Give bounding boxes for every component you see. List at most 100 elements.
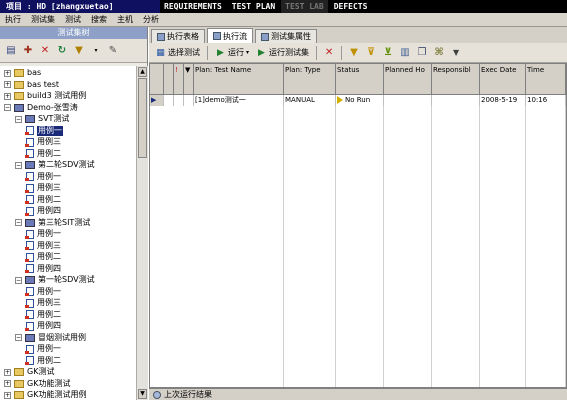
tree-test-item[interactable]: 用例一 [25,287,61,297]
run-test-set-button[interactable]: ▶ 运行测试集 [254,47,311,58]
type-cell[interactable]: MANUAL [284,95,336,106]
tree-test-item[interactable]: 用例三 [25,183,61,193]
tree-test-item[interactable]: 用例四 [25,264,61,274]
edit-icon[interactable]: ✎ [106,44,120,58]
tree-folder-item[interactable]: + build3 测试用例 [4,91,86,101]
filter-cell[interactable] [184,95,194,106]
collapse-icon[interactable]: − [15,161,22,169]
priority-header[interactable]: ! [174,64,184,95]
menu-test-set[interactable]: 测试集 [26,14,60,25]
dropdown-arrow-icon[interactable]: ▾ [89,44,103,58]
collapse-icon[interactable]: − [4,104,11,111]
last-run-label[interactable]: 上次运行结果 [164,389,212,400]
tree-test-item[interactable]: 用例一 [25,229,61,239]
tab-test-plan[interactable]: TEST PLAN [228,0,282,13]
tree-folder-item[interactable]: + GK功能测试 [4,379,70,389]
scroll-up-icon[interactable]: ▲ [138,67,147,77]
execution-grid[interactable]: ! ▼ Plan: Test Name Plan: Type Status Planned… [149,63,567,388]
tree-folder-item[interactable]: − 冒烟测试用例 [15,333,86,343]
status-header[interactable]: Status [336,64,384,95]
expand-icon[interactable]: + [4,69,11,77]
tree-folder-item[interactable]: − 第一轮SDV测试 [15,275,95,285]
priority-cell[interactable] [174,95,184,106]
menu-test[interactable]: 测试 [60,14,86,25]
tab-execution-grid[interactable]: 执行表格 [151,29,205,43]
expand-icon[interactable]: + [4,368,11,376]
responsible-header[interactable]: Responsibl [432,64,480,95]
tree-test-item[interactable]: 用例二 [25,149,61,159]
attachment-cell[interactable] [164,95,174,106]
time-header[interactable]: Time [526,64,566,95]
refresh-icon[interactable]: ↻ [55,44,69,58]
tree-test-item[interactable]: 用例二 [25,310,61,320]
test-set-tree[interactable]: + bas + bas test + build3 测试用例 − Demo-张雪涛 − SVT测试… [0,66,136,400]
row-pointer-cell[interactable]: ▶ [150,95,164,106]
time-cell[interactable]: 10:16 [526,95,566,106]
planned-host-cell[interactable] [384,95,432,106]
delete-icon[interactable]: ✕ [38,44,52,58]
filter-icon[interactable]: ▼ [347,46,361,60]
tree-folder-item[interactable]: + bas [4,68,41,78]
tree-test-item[interactable]: 用例三 [25,137,61,147]
tree-test-item[interactable]: 用例四 [25,321,61,331]
filter-settings-icon[interactable]: ⊻ [381,46,395,60]
expand-icon[interactable]: + [4,391,11,399]
tree-test-item[interactable]: 用例二 [25,356,61,366]
table-row[interactable]: ▶ [1]demo测试一 MANUAL No Run 2008-5-19 10:16 [150,95,566,106]
tree-scrollbar[interactable]: ▲ ▼ [136,66,148,400]
collapse-icon[interactable]: − [15,219,22,226]
collapse-icon[interactable]: − [15,334,22,341]
run-button[interactable]: ▶ 运行 ▾ [213,47,251,58]
attachment-icon[interactable]: ⌘ [432,46,446,60]
tab-execution-flow[interactable]: 执行流 [207,28,253,43]
run-dropdown-icon[interactable]: ▾ [246,49,249,56]
tree-folder-item[interactable]: + GK功能测试用例 [4,390,86,400]
exec-date-header[interactable]: Exec Date [480,64,526,95]
filter-header[interactable]: ▼ [184,64,194,95]
tree-test-item[interactable]: 用例二 [25,195,61,205]
filter-icon[interactable]: ▼ [72,44,86,58]
tab-defects[interactable]: DEFECTS [330,0,374,13]
new-folder-icon[interactable]: ▤ [4,44,18,58]
row-selector-header[interactable] [150,64,164,95]
expand-icon[interactable]: + [4,380,11,387]
tab-test-set-properties[interactable]: 测试集属性 [255,29,317,43]
tree-folder-item[interactable]: + bas test [4,80,59,90]
collapse-icon[interactable]: − [15,115,22,123]
tree-folder-item[interactable]: − Demo-张雪涛 [4,103,78,113]
tree-test-item[interactable]: 用例一 [25,172,61,182]
tree-test-item[interactable]: 用例一 [25,344,61,354]
menu-analysis[interactable]: 分析 [138,14,164,25]
filter-clear-icon[interactable]: ⊽ [364,46,378,60]
more-filter-icon[interactable]: ▼ [449,46,463,60]
menu-host[interactable]: 主机 [112,14,138,25]
columns-icon[interactable]: ▥ [398,46,412,60]
expand-icon[interactable]: + [4,81,11,88]
tree-folder-item[interactable]: + GK测试 [4,367,54,377]
exec-date-cell[interactable]: 2008-5-19 [480,95,526,106]
remove-icon[interactable]: ✕ [322,46,336,60]
responsible-cell[interactable] [432,95,480,106]
tree-folder-item[interactable]: − 第二轮SDV测试 [15,160,95,170]
select-tests-button[interactable]: ▦ 选择测试 [153,47,202,58]
attachment-header[interactable] [164,64,174,95]
copy-icon[interactable]: ❐ [415,46,429,60]
scroll-down-icon[interactable]: ▼ [138,389,147,399]
planned-host-header[interactable]: Planned Ho [384,64,432,95]
tree-test-item[interactable]: 用例四 [25,206,61,216]
expand-icon[interactable]: + [4,92,11,100]
tab-requirements[interactable]: REQUIREMENTS [160,0,228,13]
tab-test-lab[interactable]: TEST LAB [281,0,330,13]
menu-search[interactable]: 搜索 [86,14,112,25]
tree-test-item[interactable]: 用例三 [25,298,61,308]
type-header[interactable]: Plan: Type [284,64,336,95]
collapse-icon[interactable]: − [15,276,22,284]
new-test-set-icon[interactable]: ✚ [21,44,35,58]
tree-test-item[interactable]: 用例三 [25,241,61,251]
tree-test-item[interactable]: 用例一 [25,125,63,136]
tree-test-item[interactable]: 用例二 [25,252,61,262]
test-name-cell[interactable]: [1]demo测试一 [194,95,284,106]
status-cell[interactable]: No Run [336,95,384,106]
tree-folder-item[interactable]: − SVT测试 [15,114,69,124]
test-name-header[interactable]: Plan: Test Name [194,64,284,95]
